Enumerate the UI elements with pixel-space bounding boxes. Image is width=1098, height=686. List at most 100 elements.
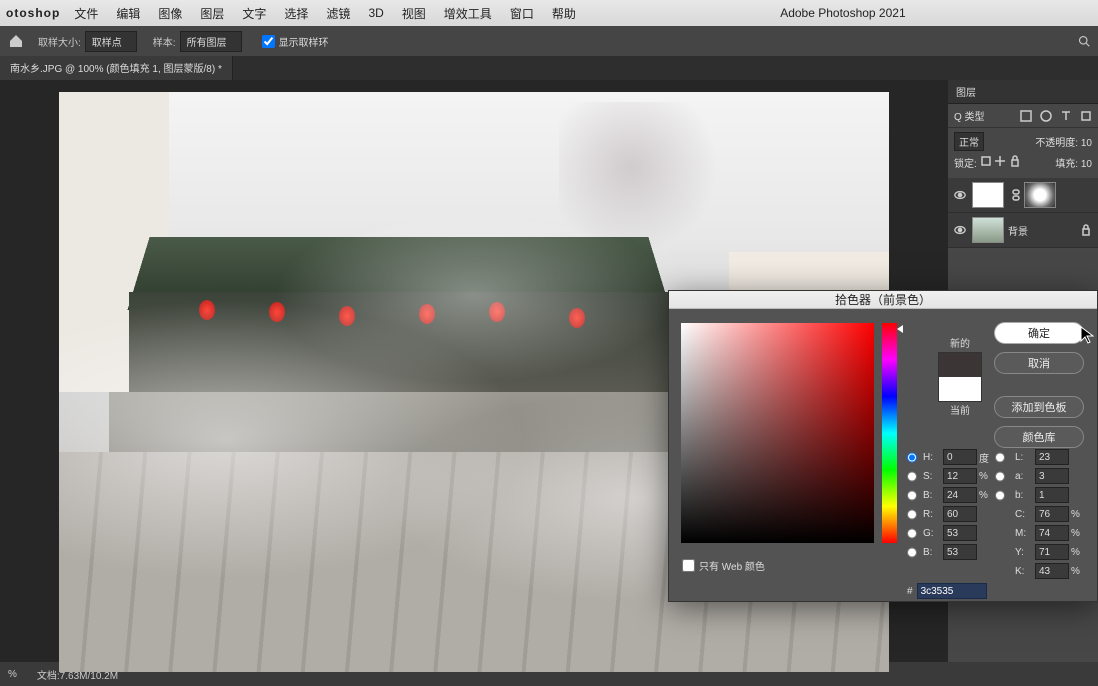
document-tab[interactable]: 南水乡.JPG @ 100% (颜色填充 1, 图层蒙版/8) * (0, 56, 233, 80)
label-m: M: (1015, 528, 1033, 539)
color-field[interactable] (681, 323, 874, 543)
web-only-input[interactable] (682, 559, 695, 572)
unit-y: % (1071, 547, 1085, 558)
current-color-swatch[interactable] (939, 377, 981, 401)
radio-lab-b[interactable] (995, 489, 1005, 502)
filter-adjust-icon[interactable] (1040, 110, 1052, 122)
menu-3d[interactable]: 3D (368, 6, 383, 20)
sample-layers-select[interactable]: 所有图层 (180, 31, 242, 52)
color-field-cursor[interactable] (701, 491, 713, 503)
input-lab-b[interactable] (1035, 487, 1069, 503)
unit-s: % (979, 471, 993, 482)
layer-name[interactable]: 背景 (1008, 223, 1028, 238)
input-g[interactable] (943, 525, 977, 541)
new-color-label: 新的 (950, 335, 970, 350)
unit-h: 度 (979, 450, 993, 465)
filter-text-icon[interactable] (1060, 110, 1072, 122)
visibility-icon[interactable] (954, 189, 966, 201)
color-libraries-button[interactable]: 颜色库 (994, 426, 1084, 448)
label-g: G: (923, 528, 941, 539)
add-swatch-button[interactable]: 添加到色板 (994, 396, 1084, 418)
hex-label: # (907, 586, 913, 597)
label-l: L: (1015, 452, 1033, 463)
hue-pointer[interactable] (897, 325, 903, 333)
zoom-level[interactable]: % (8, 669, 17, 680)
menu-filter[interactable]: 滤镜 (326, 5, 350, 22)
label-bv: B: (923, 490, 941, 501)
window-title: Adobe Photoshop 2021 (594, 6, 1092, 20)
input-m[interactable] (1035, 525, 1069, 541)
layers-panel-tab[interactable]: 图层 (948, 80, 1098, 104)
menu-plugins[interactable]: 增效工具 (444, 5, 492, 22)
lock-pixels-icon[interactable] (980, 155, 992, 167)
unit-b: % (979, 490, 993, 501)
new-color-swatch[interactable] (939, 353, 981, 377)
color-picker-title: 拾色器（前景色） (669, 291, 1097, 309)
input-y[interactable] (1035, 544, 1069, 560)
radio-b[interactable] (907, 489, 917, 502)
web-only-checkbox[interactable]: 只有 Web 颜色 (682, 558, 765, 573)
label-r: R: (923, 509, 941, 520)
input-s[interactable] (943, 468, 977, 484)
search-icon[interactable] (1078, 35, 1090, 47)
menu-edit[interactable]: 编辑 (116, 5, 140, 22)
layers-options: 正常 不透明度: 10 锁定: 填充: 10 (948, 128, 1098, 178)
layers-list: 背景 (948, 178, 1098, 248)
radio-g[interactable] (907, 527, 917, 540)
radio-h[interactable] (907, 451, 917, 464)
menu-select[interactable]: 选择 (284, 5, 308, 22)
input-bv[interactable] (943, 487, 977, 503)
visibility-icon[interactable] (954, 224, 966, 236)
sample-size-select[interactable]: 取样点 (85, 31, 137, 52)
menu-file[interactable]: 文件 (74, 5, 98, 22)
radio-l[interactable] (995, 451, 1005, 464)
menu-view[interactable]: 视图 (402, 5, 426, 22)
input-bch[interactable] (943, 544, 977, 560)
radio-s[interactable] (907, 470, 917, 483)
input-l[interactable] (1035, 449, 1069, 465)
show-sampling-ring-label: 显示取样环 (279, 34, 329, 49)
ok-button[interactable]: 确定 (994, 322, 1084, 344)
menu-window[interactable]: 窗口 (510, 5, 534, 22)
input-a[interactable] (1035, 468, 1069, 484)
menu-help[interactable]: 帮助 (552, 5, 576, 22)
blend-mode-select[interactable]: 正常 (954, 132, 984, 151)
input-h[interactable] (943, 449, 977, 465)
lock-position-icon[interactable] (994, 155, 1006, 167)
label-y: Y: (1015, 547, 1033, 558)
show-sampling-ring-checkbox[interactable]: 显示取样环 (262, 34, 329, 49)
label-a: a: (1015, 471, 1033, 482)
layer-thumbnail[interactable] (972, 182, 1004, 208)
label-bch: B: (923, 547, 941, 558)
color-picker-buttons: 确定 取消 添加到色板 颜色库 (994, 322, 1084, 448)
layer-thumbnail[interactable] (972, 217, 1004, 243)
menu-type[interactable]: 文字 (242, 5, 266, 22)
mouse-cursor-icon (1080, 326, 1094, 344)
menu-layer[interactable]: 图层 (200, 5, 224, 22)
home-icon[interactable] (8, 33, 24, 49)
show-sampling-ring-input[interactable] (262, 35, 275, 48)
cancel-button[interactable]: 取消 (994, 352, 1084, 374)
menu-bar: otoshop 文件 编辑 图像 图层 文字 选择 滤镜 3D 视图 增效工具 … (0, 0, 1098, 26)
radio-a[interactable] (995, 470, 1005, 483)
layer-row[interactable]: 背景 (948, 213, 1098, 248)
opacity-value[interactable]: 10 (1081, 138, 1092, 149)
mask-thumbnail[interactable] (1024, 182, 1056, 208)
input-r[interactable] (943, 506, 977, 522)
layer-row[interactable] (948, 178, 1098, 213)
lock-label: 锁定: (954, 159, 977, 170)
input-c[interactable] (1035, 506, 1069, 522)
app-logo: otoshop (6, 6, 60, 20)
menu-image[interactable]: 图像 (158, 5, 182, 22)
hex-input[interactable] (917, 583, 987, 599)
fill-value[interactable]: 10 (1081, 159, 1092, 170)
link-icon[interactable] (1010, 189, 1022, 201)
lock-all-icon[interactable] (1009, 155, 1021, 167)
radio-r[interactable] (907, 508, 917, 521)
hue-slider[interactable] (882, 323, 897, 543)
input-k[interactable] (1035, 563, 1069, 579)
filter-image-icon[interactable] (1020, 110, 1032, 122)
filter-shape-icon[interactable] (1080, 110, 1092, 122)
radio-bch[interactable] (907, 546, 917, 559)
swatch-preview: 新的 当前 (938, 335, 982, 419)
